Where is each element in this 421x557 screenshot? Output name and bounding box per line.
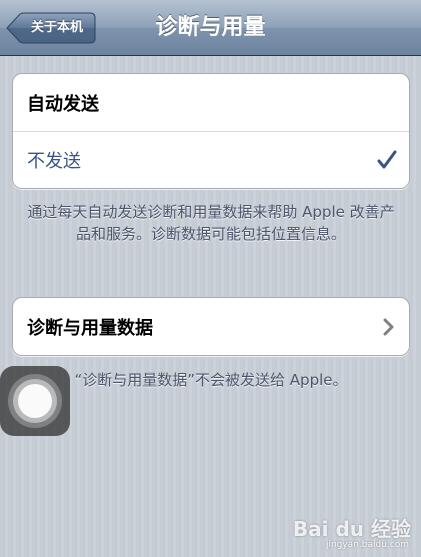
back-button-label: 关于本机 xyxy=(30,20,83,35)
baidu-jingyan-watermark: Bai du 经验 jingyan.baidu.com xyxy=(265,513,415,553)
option-auto-send[interactable]: 自动发送 xyxy=(13,74,409,131)
option-dont-send[interactable]: 不发送 xyxy=(13,131,409,188)
chevron-right-icon xyxy=(383,318,394,335)
diagnostics-data-group: 诊断与用量数据 xyxy=(12,297,410,356)
page-title: 诊断与用量 xyxy=(155,15,266,40)
checkmark-icon xyxy=(377,150,397,169)
diagnostics-data-footer: “诊断与用量数据”不会被发送给 Apple。 xyxy=(74,371,348,389)
send-options-footer: 通过每天自动发送诊断和用量数据来帮助 Apple 改善产品和服务。诊断数据可能包… xyxy=(27,203,395,243)
assistive-touch-button[interactable] xyxy=(0,366,70,436)
assistive-touch-ring-inner xyxy=(18,384,52,418)
send-options-group: 自动发送 不发送 xyxy=(12,73,410,189)
diagnostics-data-label: 诊断与用量数据 xyxy=(27,317,153,339)
navigation-bar: 关于本机 诊断与用量 xyxy=(0,0,421,56)
option-auto-send-label: 自动发送 xyxy=(27,93,99,115)
back-button[interactable]: 关于本机 xyxy=(6,12,96,44)
option-dont-send-label: 不发送 xyxy=(27,151,81,172)
watermark-url: jingyan.baidu.com xyxy=(325,540,409,550)
diagnostics-data-row[interactable]: 诊断与用量数据 xyxy=(13,298,409,355)
watermark-logo: Bai du 经验 xyxy=(292,517,411,541)
